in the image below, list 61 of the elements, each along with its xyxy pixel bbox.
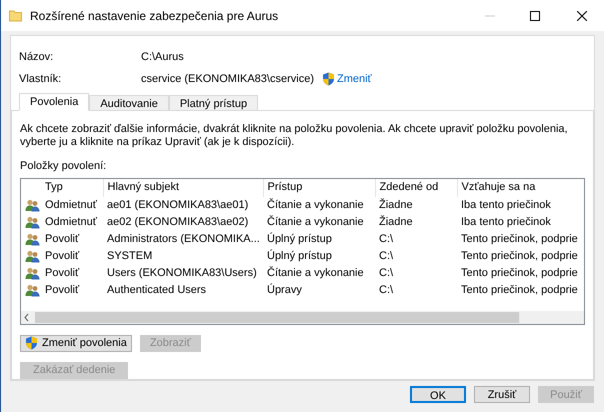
column-header[interactable]: Vzťahuje sa na [457,178,584,196]
table-cell: ae01 (EKONOMIKA83\ae01) [103,196,263,214]
tab[interactable]: Povolenia [19,93,90,111]
info-text: Ak chcete zobraziť ďalšie informácie, dvakrát kliknite na položku povolenia. Ak chcete upraviť položku povolenia, vyberte ju a kliknite na príkaz Upraviť (ak je k dispozícii). [20,123,569,149]
table-cell-text: Povoliť [44,248,80,264]
table-cell-text: Žiadne [378,214,414,230]
shield-icon [25,336,38,350]
table-cell-text: Povoliť [44,266,80,281]
table-cell-text: Tento priečinok, podprie [460,248,579,264]
table-cell-text: Administrators (EKONOMIKA... [106,232,261,247]
column-header[interactable]: Zdedené od [375,178,457,196]
table-cell-text: Tento priečinok, podprie [460,266,579,281]
window-title: Rozšírené nastavenie zabezpečenia pre Aurus [30,8,278,24]
table-cell-text: Úpravy [266,282,303,298]
table-cell-text: Úplný prístup [266,232,333,247]
horizontal-scrollbar[interactable] [21,310,584,324]
users-icon [25,198,40,212]
tab[interactable]: Auditovanie [89,95,169,111]
table-cell-text: Users (EKONOMIKA83\Users) [106,266,258,281]
table-cell-text: C:\ [378,266,394,281]
table-cell-text: C:\ [378,248,394,264]
field-value: cservice (EKONOMIKA83\cservice) [141,72,314,87]
change-permissions-button[interactable]: Zmeniť povolenia [20,334,132,352]
column-header[interactable]: Prístup [263,178,375,196]
table-cell-text: ae02 (EKONOMIKA83\ae02) [106,214,250,230]
field-value: C:\Aurus [141,50,184,65]
table-cell: Čítanie a vykonanie [263,196,375,214]
close-icon[interactable] [577,10,587,20]
table-cell: Žiadne [375,196,457,214]
change-link[interactable]: Zmeniť [336,70,372,88]
field-label: Názov: [19,50,54,65]
maximize-icon[interactable] [530,10,540,20]
column-header[interactable]: Typ [41,178,103,196]
column-header[interactable]: Hlavný subjekt [103,178,263,196]
table-cell-text: Tento priečinok, podprie [460,232,579,247]
table-cell-text: Authenticated Users [106,282,208,298]
table-cell-text: C:\ [378,282,394,298]
table-cell-text: Povoliť [44,232,80,247]
tab[interactable]: Platný prístup [168,95,258,111]
table-cell-text: Tento priečinok, podprie [460,282,579,298]
table-cell-text: Úplný prístup [266,248,333,264]
users-icon [25,232,40,246]
table-cell-text: Povoliť [44,282,80,298]
users-icon [25,216,40,228]
users-icon [25,284,40,296]
dialog-button[interactable]: Zrušiť [474,386,530,403]
table-cell-text: Odmietnuť [44,214,98,230]
table-cell: Iba tento priečinok [457,196,584,214]
field-label: Vlastník: [19,72,62,87]
users-icon [25,266,40,280]
folder-icon [9,9,22,22]
table-cell: Odmietnuť [41,196,103,214]
table-cell-text: SYSTEM [106,248,154,264]
table-cell-text: C:\ [378,232,394,247]
dialog-button[interactable]: OK [410,386,466,403]
table-cell-text: Iba tento priečinok [460,214,552,230]
list-label: Položky povolení: [20,159,108,174]
shield-icon [322,72,335,86]
table-cell-text: Čítanie a vykonanie [266,265,365,281]
users-icon [25,250,40,262]
table-cell-text: Čítanie a vykonanie [266,214,365,230]
